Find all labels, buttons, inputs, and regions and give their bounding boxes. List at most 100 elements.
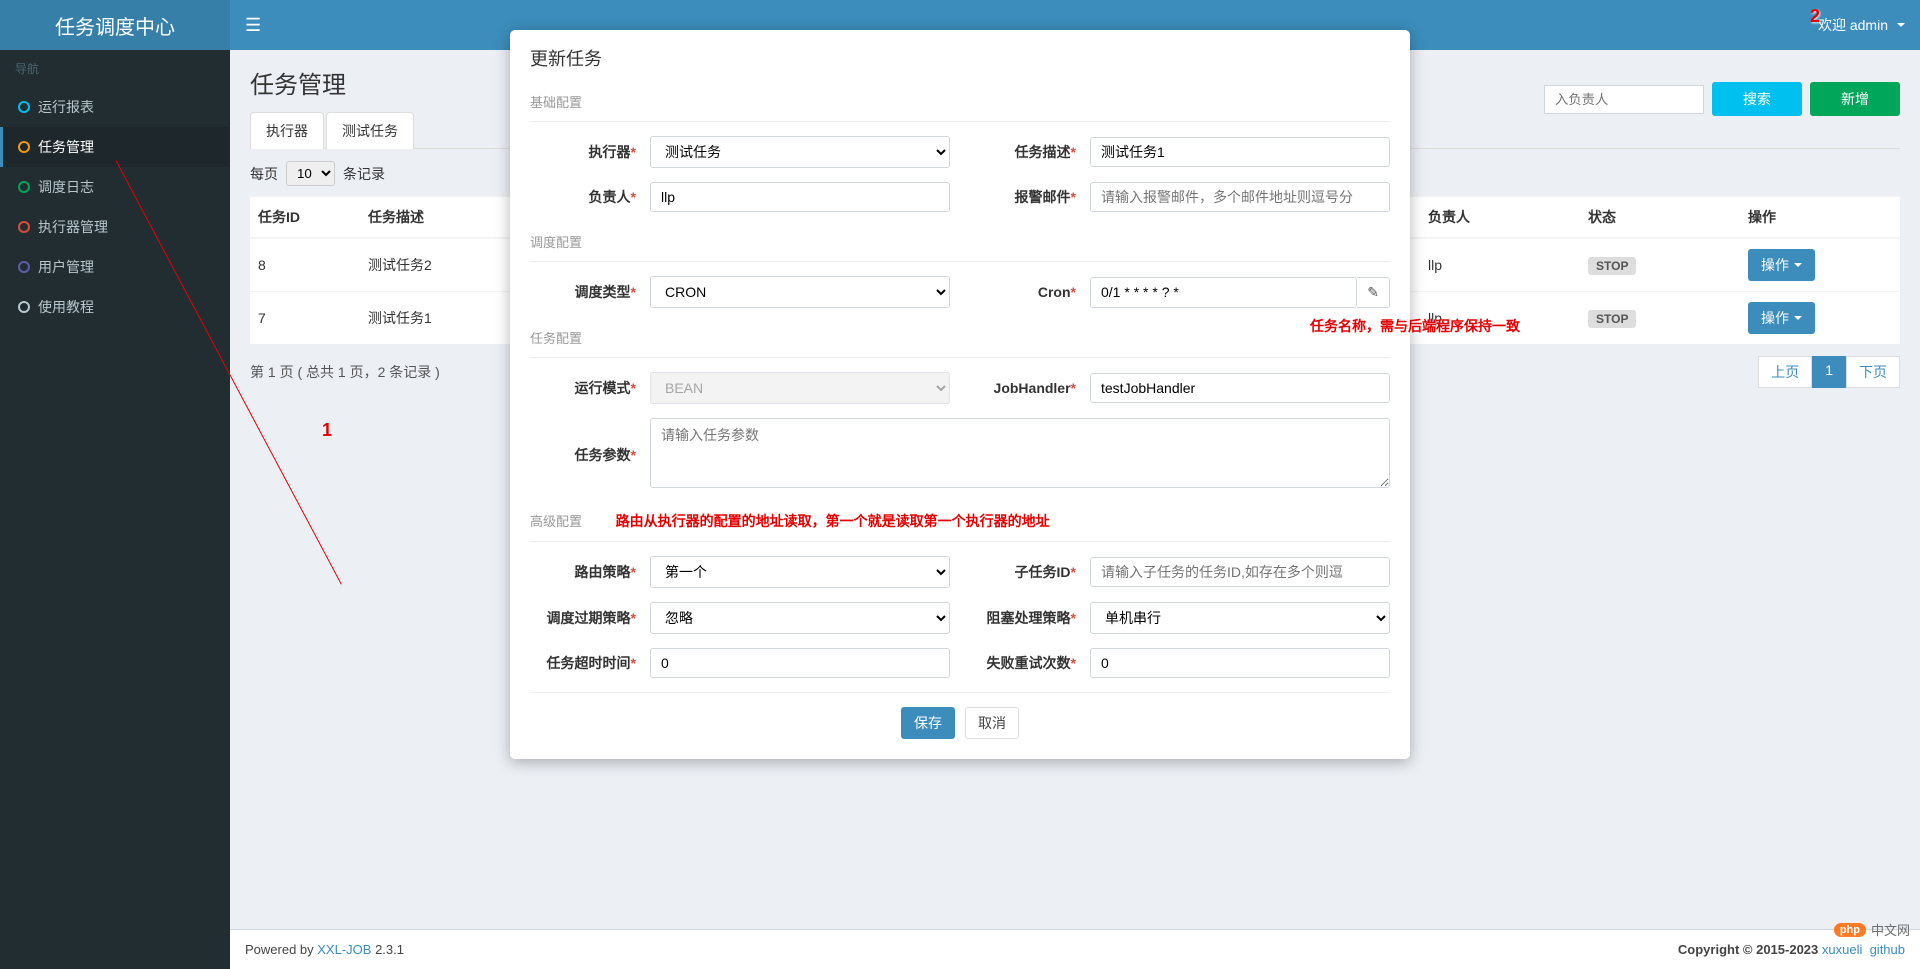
caret-down-icon <box>1794 263 1802 267</box>
alarm-input[interactable] <box>1090 182 1390 212</box>
retry-input[interactable] <box>1090 648 1390 678</box>
owner-input[interactable] <box>650 182 950 212</box>
lbl-handler: JobHandler* <box>970 380 1090 396</box>
modal-title: 更新任务 <box>510 30 1410 86</box>
owner-search-input[interactable] <box>1544 85 1704 114</box>
sidebar-item-report[interactable]: 运行报表 <box>0 87 230 127</box>
route-select[interactable]: 第一个 <box>650 556 950 588</box>
footer-left: Powered by XXL-JOB 2.3.1 <box>245 942 404 957</box>
lbl-route: 路由策略* <box>530 562 650 582</box>
cron-input[interactable] <box>1090 277 1357 308</box>
lbl-alarm: 报警邮件* <box>970 187 1090 207</box>
lbl-executor: 执行器* <box>530 142 650 162</box>
executor-select[interactable]: 测试任务 <box>650 136 950 168</box>
row-op-button[interactable]: 操作 <box>1748 249 1815 281</box>
circle-icon <box>18 261 30 273</box>
watermark: php中文网 <box>1834 920 1910 939</box>
table-summary: 第 1 页 ( 总共 1 页，2 条记录 ) <box>250 362 440 382</box>
add-button[interactable]: 新增 <box>1810 82 1900 116</box>
annotation-handler-note: 任务名称，需与后端程序保持一致 <box>1310 316 1520 336</box>
lbl-desc: 任务描述* <box>970 142 1090 162</box>
col-status[interactable]: 状态 <box>1580 197 1740 239</box>
sidebar-item-log[interactable]: 调度日志 <box>0 167 230 207</box>
row-op-button[interactable]: 操作 <box>1748 302 1815 334</box>
footer-link-github[interactable]: github <box>1870 942 1905 957</box>
lbl-sched-type: 调度类型* <box>530 282 650 302</box>
sidebar-header: 导航 <box>0 50 230 87</box>
annotation-number-1: 1 <box>322 420 332 441</box>
params-textarea[interactable] <box>650 418 1390 488</box>
pagination: 上页 1 下页 <box>1758 356 1900 388</box>
lbl-block: 阻塞处理策略* <box>970 608 1090 628</box>
lbl-child: 子任务ID* <box>970 562 1090 582</box>
cell-status: STOP <box>1580 238 1740 292</box>
lbl-timeout: 任务超时时间* <box>530 653 650 673</box>
sidebar-item-help[interactable]: 使用教程 <box>0 287 230 327</box>
footer: Powered by XXL-JOB 2.3.1 Copyright © 201… <box>230 929 1920 969</box>
top-controls: 搜索 新增 <box>1544 82 1900 116</box>
page-number[interactable]: 1 <box>1812 356 1846 388</box>
sidebar: 导航 运行报表 任务管理 调度日志 执行器管理 用户管理 使用教程 <box>0 50 230 969</box>
mode-select[interactable]: BEAN <box>650 372 950 404</box>
cancel-button[interactable]: 取消 <box>965 707 1019 739</box>
section-task: 任务配置 <box>530 322 1390 358</box>
user-menu[interactable]: 欢迎 admin <box>1818 15 1905 35</box>
cell-status: STOP <box>1580 292 1740 345</box>
lbl-owner: 负责人* <box>530 187 650 207</box>
sidebar-toggle-icon[interactable]: ☰ <box>245 15 261 36</box>
cron-edit-icon[interactable]: ✎ <box>1357 277 1390 308</box>
circle-icon <box>18 301 30 313</box>
search-button[interactable]: 搜索 <box>1712 82 1802 116</box>
col-owner[interactable]: 负责人 <box>1420 197 1580 239</box>
user-greeting: 欢迎 admin <box>1818 15 1888 35</box>
status-badge: STOP <box>1588 257 1636 275</box>
footer-link-xxljob[interactable]: XXL-JOB <box>317 942 371 957</box>
page-next[interactable]: 下页 <box>1846 356 1900 388</box>
brand[interactable]: 任务调度中心 <box>0 0 230 50</box>
cell-op: 操作 <box>1740 238 1900 292</box>
expire-select[interactable]: 忽略 <box>650 602 950 634</box>
circle-icon <box>18 141 30 153</box>
lbl-expire: 调度过期策略* <box>530 608 650 628</box>
update-job-modal: 更新任务 基础配置 执行器*测试任务 任务描述* 负责人* 报警邮件* 调度配置… <box>510 30 1410 759</box>
timeout-input[interactable] <box>650 648 950 678</box>
sidebar-item-user[interactable]: 用户管理 <box>0 247 230 287</box>
php-logo-icon: php <box>1834 923 1866 937</box>
sidebar-item-label: 用户管理 <box>38 257 94 277</box>
pager-prefix: 每页 <box>250 164 278 184</box>
lbl-params: 任务参数* <box>530 445 650 465</box>
annotation-route-note: 路由从执行器的配置的地址读取，第一个就是读取第一个执行器的地址 <box>616 513 1050 529</box>
caret-down-icon <box>1794 316 1802 320</box>
section-schedule: 调度配置 <box>530 226 1390 262</box>
sidebar-item-label: 运行报表 <box>38 97 94 117</box>
tab-executor[interactable]: 执行器 <box>250 112 324 149</box>
sidebar-item-label: 调度日志 <box>38 177 94 197</box>
desc-input[interactable] <box>1090 137 1390 167</box>
sidebar-item-label: 任务管理 <box>38 137 94 157</box>
tab-testjob[interactable]: 测试任务 <box>326 112 414 149</box>
lbl-cron: Cron* <box>970 284 1090 300</box>
sched-type-select[interactable]: CRON <box>650 276 950 308</box>
lbl-retry: 失败重试次数* <box>970 653 1090 673</box>
circle-icon <box>18 221 30 233</box>
cell-owner: llp <box>1420 238 1580 292</box>
cell-op: 操作 <box>1740 292 1900 345</box>
save-button[interactable]: 保存 <box>901 707 955 739</box>
child-input[interactable] <box>1090 557 1390 587</box>
caret-down-icon <box>1897 23 1905 27</box>
sidebar-item-label: 使用教程 <box>38 297 94 317</box>
sidebar-item-label: 执行器管理 <box>38 217 108 237</box>
lbl-mode: 运行模式* <box>530 378 650 398</box>
section-advanced: 高级配置 路由从执行器的配置的地址读取，第一个就是读取第一个执行器的地址 <box>530 505 1390 542</box>
handler-input[interactable] <box>1090 373 1390 403</box>
col-op[interactable]: 操作 <box>1740 197 1900 239</box>
block-select[interactable]: 单机串行 <box>1090 602 1390 634</box>
page-prev[interactable]: 上页 <box>1758 356 1812 388</box>
sidebar-item-executor[interactable]: 执行器管理 <box>0 207 230 247</box>
col-id[interactable]: 任务ID <box>250 197 360 239</box>
page-size-select[interactable]: 10 <box>286 161 335 186</box>
status-badge: STOP <box>1588 310 1636 328</box>
circle-icon <box>18 181 30 193</box>
footer-link-author[interactable]: xuxueli <box>1822 942 1862 957</box>
section-basic: 基础配置 <box>530 86 1390 122</box>
